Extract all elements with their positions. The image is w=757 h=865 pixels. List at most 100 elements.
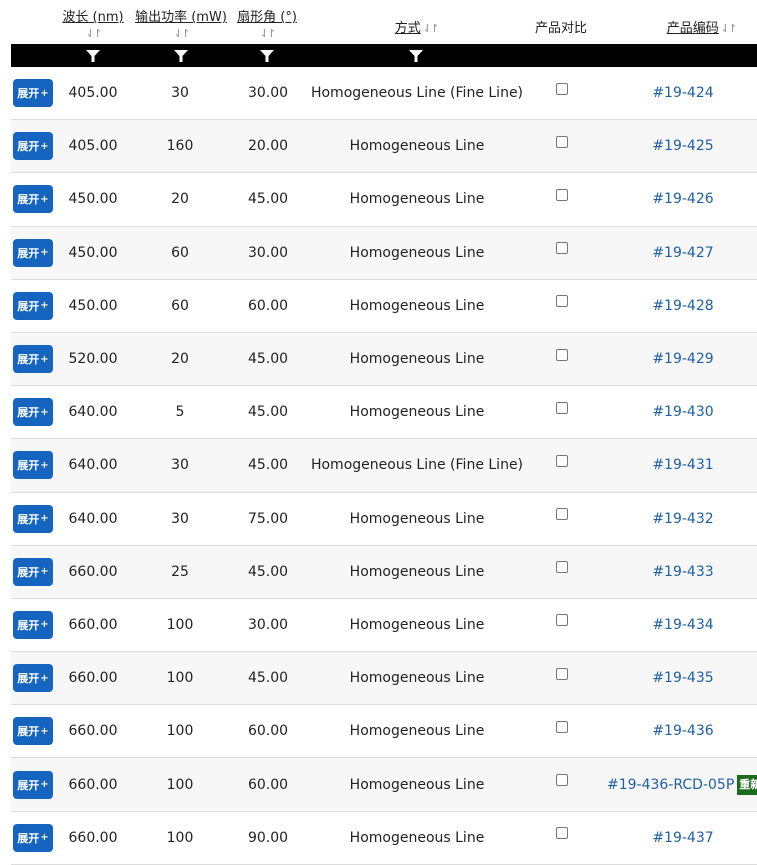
expand-button[interactable]: 展开 + <box>13 717 53 746</box>
compare-checkbox[interactable] <box>556 188 568 201</box>
header-fan-angle[interactable]: 扇形角 (°) <box>237 9 297 27</box>
product-table: 波长 (nm) ⇃↾ 输出功率 (mW) ⇃↾ 扇形角 (°) ⇃↾ 方式 ⇃↾ … <box>11 0 757 865</box>
filter-power-icon[interactable] <box>174 50 188 62</box>
compare-checkbox[interactable] <box>556 667 568 680</box>
expand-button[interactable]: 展开 + <box>13 132 53 161</box>
wavelength-cell: 405.00 <box>68 85 118 102</box>
plus-icon: + <box>40 513 49 525</box>
compare-checkbox[interactable] <box>556 454 568 467</box>
expand-cell: 展开 + <box>13 333 53 385</box>
method-cell: Homogeneous Line <box>349 616 485 633</box>
compare-checkbox[interactable] <box>556 827 568 840</box>
part-cell: #19-437 <box>607 812 757 864</box>
expand-button-label: 展开 <box>17 406 40 420</box>
expand-button[interactable]: 展开 + <box>13 79 53 108</box>
plus-icon: + <box>40 619 49 631</box>
expand-button[interactable]: 展开 + <box>13 823 53 852</box>
wavelength-cell: 640.00 <box>68 404 118 421</box>
compare-checkbox[interactable] <box>556 82 568 95</box>
part-cell: #19-426 <box>607 173 757 225</box>
wavelength-cell: 450.00 <box>68 297 118 314</box>
part-number-link[interactable]: #19-427 <box>652 245 713 261</box>
fan-angle-cell: 45.00 <box>247 404 289 421</box>
sort-power-icon[interactable]: ⇃↾ <box>135 28 227 40</box>
part-number-link[interactable]: #19-435 <box>652 670 713 686</box>
part-cell: #19-432 <box>607 493 757 545</box>
part-number-link[interactable]: #19-433 <box>652 564 713 580</box>
expand-button[interactable]: 展开 + <box>13 185 53 214</box>
header-method[interactable]: 方式 <box>395 20 421 38</box>
expand-button[interactable]: 展开 + <box>13 238 53 267</box>
part-cell: #19-435 <box>607 652 757 704</box>
wavelength-cell: 450.00 <box>68 244 118 261</box>
compare-checkbox[interactable] <box>556 348 568 361</box>
sort-part-icon[interactable]: ⇃↾ <box>721 23 738 35</box>
sort-wavelength-icon[interactable]: ⇃↾ <box>59 28 127 40</box>
plus-icon: + <box>40 672 49 684</box>
expand-cell: 展开 + <box>13 812 53 864</box>
filter-method-icon[interactable] <box>409 50 423 62</box>
expand-button[interactable]: 展开 + <box>13 345 53 374</box>
plus-icon: + <box>40 832 49 844</box>
table-body: 展开 +405.00 30 30.00 Homogeneous Line (Fine L… <box>11 67 757 865</box>
compare-checkbox[interactable] <box>556 242 568 255</box>
plus-icon: + <box>40 140 49 152</box>
expand-button[interactable]: 展开 + <box>13 610 53 639</box>
expand-button[interactable]: 展开 + <box>13 770 53 799</box>
part-number-link[interactable]: #19-431 <box>652 457 713 473</box>
compare-checkbox[interactable] <box>556 561 568 574</box>
part-number-link[interactable]: #19-429 <box>652 351 713 367</box>
part-number-link[interactable]: #19-426 <box>652 191 713 207</box>
expand-button[interactable]: 展开 + <box>13 504 53 533</box>
expand-cell: 展开 + <box>13 280 53 332</box>
compare-checkbox[interactable] <box>556 401 568 414</box>
power-cell: 100 <box>166 670 194 687</box>
compare-cell <box>551 493 573 545</box>
part-number-link[interactable]: #19-436 <box>652 723 713 739</box>
compare-cell <box>551 227 573 279</box>
expand-button-label: 展开 <box>17 353 40 367</box>
plus-icon: + <box>40 300 49 312</box>
part-number-link[interactable]: #19-424 <box>652 85 713 101</box>
part-cell: #19-427 <box>607 227 757 279</box>
col-compare: 产品对比 <box>521 0 601 44</box>
power-cell: 30 <box>171 457 189 474</box>
part-number-link[interactable]: #19-432 <box>652 511 713 527</box>
filter-fan-angle-icon[interactable] <box>260 50 274 62</box>
part-number-link[interactable]: #19-430 <box>652 404 713 420</box>
header-compare: 产品对比 <box>534 21 587 36</box>
fan-angle-cell: 20.00 <box>247 138 289 155</box>
compare-checkbox[interactable] <box>556 508 568 521</box>
wavelength-cell: 520.00 <box>68 351 118 368</box>
compare-checkbox[interactable] <box>556 295 568 308</box>
compare-checkbox[interactable] <box>556 774 568 787</box>
expand-button-label: 展开 <box>17 299 40 313</box>
wavelength-cell: 640.00 <box>68 457 118 474</box>
filter-wavelength-icon[interactable] <box>86 50 100 62</box>
part-number-link[interactable]: #19-436-RCD-05P <box>607 777 734 793</box>
part-number-link[interactable]: #19-428 <box>652 298 713 314</box>
table-row: 展开 +405.00 160 20.00 Homogeneous Line #19-425 <box>11 120 757 174</box>
header-power[interactable]: 输出功率 (mW) <box>135 9 227 27</box>
table-row: 展开 +660.00 100 60.00 Homogeneous Line #19-436… <box>11 758 757 812</box>
part-cell: #19-433 <box>607 546 757 598</box>
sort-method-icon[interactable]: ⇃↾ <box>423 23 440 35</box>
part-number-link[interactable]: #19-434 <box>652 617 713 633</box>
compare-checkbox[interactable] <box>556 135 568 148</box>
part-cell: #19-429 <box>607 333 757 385</box>
expand-button[interactable]: 展开 + <box>13 664 53 693</box>
header-part[interactable]: 产品编码 <box>667 20 719 38</box>
part-cell: #19-436 <box>607 705 757 757</box>
compare-checkbox[interactable] <box>556 614 568 627</box>
part-number-link[interactable]: #19-425 <box>652 138 713 154</box>
method-cell: Homogeneous Line <box>349 138 485 155</box>
header-wavelength[interactable]: 波长 (nm) <box>62 9 123 27</box>
compare-checkbox[interactable] <box>556 720 568 733</box>
part-number-link[interactable]: #19-437 <box>652 830 713 846</box>
expand-button[interactable]: 展开 + <box>13 398 53 427</box>
sort-fan-angle-icon[interactable]: ⇃↾ <box>231 28 303 40</box>
plus-icon: + <box>40 247 49 259</box>
expand-button[interactable]: 展开 + <box>13 451 53 480</box>
expand-button[interactable]: 展开 + <box>13 557 53 586</box>
expand-button[interactable]: 展开 + <box>13 291 53 320</box>
